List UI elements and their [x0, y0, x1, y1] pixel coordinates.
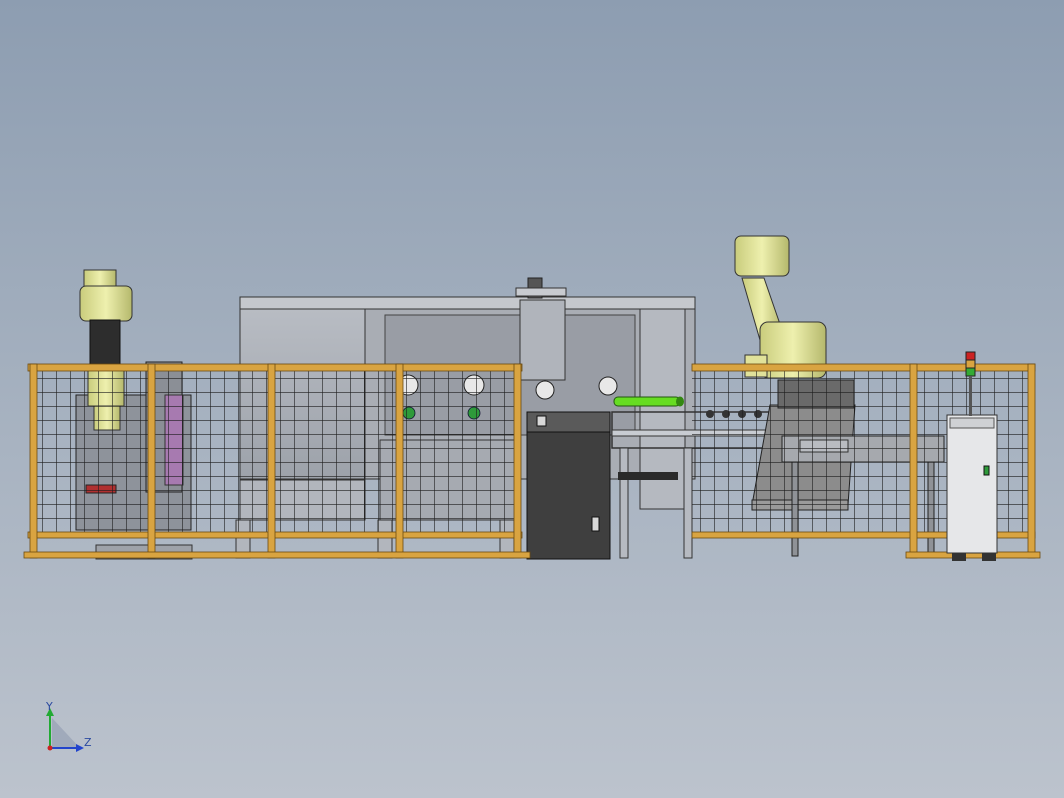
cad-viewport[interactable]: Y Z [0, 0, 1064, 798]
electrical-cabinet [946, 414, 998, 561]
highlight-tube [613, 396, 684, 407]
control-cabinet [526, 411, 611, 560]
coordinate-triad: Y Z [45, 700, 92, 752]
triad-z-label: Z [84, 736, 92, 749]
triad-y-label: Y [45, 700, 53, 713]
